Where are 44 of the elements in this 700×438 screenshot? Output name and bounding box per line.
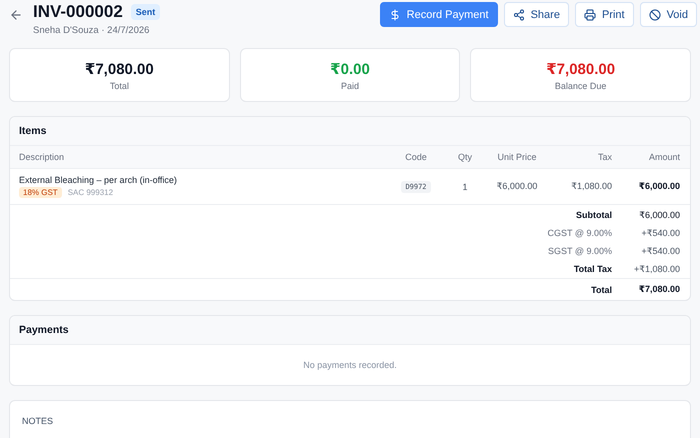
summary-amount: ₹7,080.00 [84,60,154,78]
totals-label: Total Tax [572,264,612,274]
summary-label: Total [110,80,129,90]
sac-code: SAC 999312 [68,188,114,197]
action-button[interactable]: Print [574,2,634,27]
totals-label: Total [590,284,612,294]
item-description: External Bleaching – per arch (in-office) [19,175,178,185]
void-icon [648,8,661,20]
column-header: Qty [456,152,473,162]
column-header: Unit Price [496,152,538,162]
summary-amount: ₹7,080.00 [546,60,616,78]
panel-title: Items [19,125,46,137]
totals-value: +₹540.00 [640,228,680,238]
invoice-subtitle: Sneha D'Souza · 24/7/2026 [33,25,150,36]
action-button[interactable]: Void [640,2,697,27]
summary-label: Balance Due [554,80,606,90]
column-header: Description [19,152,66,162]
printer-icon [584,8,596,20]
empty-message: No payments recorded. [303,360,397,370]
totals-value: +₹1,080.00 [632,264,680,274]
table-cell-text: 1 [461,182,468,192]
totals-label: CGST @ 9.00% [546,228,612,238]
dollar-icon [388,8,401,20]
table-cell-text: ₹6,000.00 [638,181,680,192]
table-cell-text: ₹6,000.00 [496,181,538,192]
column-header: Code [404,152,428,162]
column-header: Tax [596,152,612,162]
totals-value: ₹7,080.00 [638,284,680,295]
totals-label: SGST @ 9.00% [547,246,612,256]
totals-value: ₹6,000.00 [638,210,680,220]
primary-button[interactable]: Record Payment [380,2,498,27]
status-badge: Sent [130,4,160,20]
totals-value: +₹540.00 [640,246,680,256]
invoice-title: INV-000002 [33,2,123,22]
column-header: Amount [648,152,680,162]
summary-amount: ₹0.00 [330,60,370,78]
tax-badge: 18% GST [19,187,62,198]
totals-label: Subtotal [575,210,612,220]
summary-label: Paid [340,80,359,90]
notes-title: NOTES [22,416,54,426]
action-button[interactable]: Share [504,2,569,27]
table-cell-text: ₹1,080.00 [570,181,612,192]
share-icon [512,8,525,20]
panel-title: Payments [19,324,69,336]
